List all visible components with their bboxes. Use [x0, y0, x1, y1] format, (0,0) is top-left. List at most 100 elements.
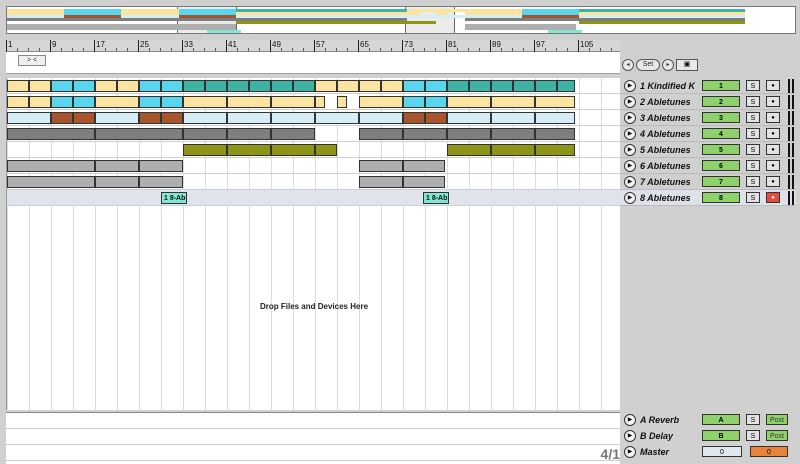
arm-record-icon[interactable]: ● [766, 160, 780, 171]
clip[interactable] [95, 96, 139, 108]
clip[interactable] [425, 80, 447, 92]
clip[interactable] [403, 160, 445, 172]
solo-button[interactable]: S [746, 160, 760, 171]
track-activator[interactable]: 3 [702, 112, 740, 123]
clip[interactable] [95, 112, 139, 124]
next-locator-icon[interactable]: ▸ [662, 59, 674, 71]
clip[interactable] [227, 144, 271, 156]
clip[interactable] [95, 128, 183, 140]
track-activator[interactable]: 1 [702, 80, 740, 91]
solo-button[interactable]: S [746, 96, 760, 107]
track-activator[interactable]: 4 [702, 128, 740, 139]
solo-button[interactable]: S [746, 414, 760, 425]
arm-record-icon[interactable]: ● [766, 176, 780, 187]
clip[interactable] [491, 128, 535, 140]
post-button[interactable]: Post [766, 430, 788, 441]
clip[interactable] [403, 80, 425, 92]
clip[interactable] [139, 176, 183, 188]
clip[interactable]: 1 8-Ab [161, 192, 187, 204]
play-icon[interactable]: ▶ [624, 192, 636, 204]
clip[interactable] [161, 112, 183, 124]
clip[interactable] [535, 128, 575, 140]
track-io-handle-icon[interactable] [788, 79, 794, 93]
master-volume-a[interactable]: 0 [702, 446, 742, 457]
clip[interactable] [183, 96, 227, 108]
clip[interactable] [271, 144, 315, 156]
track-header[interactable]: ▶ 7 Abletunes 7 S ● [620, 174, 796, 190]
clip[interactable] [95, 80, 117, 92]
arrangement-overview[interactable] [6, 6, 796, 34]
clip[interactable] [139, 96, 161, 108]
clip[interactable] [381, 80, 403, 92]
solo-button[interactable]: S [746, 430, 760, 441]
clip[interactable] [73, 96, 95, 108]
clip[interactable] [293, 80, 315, 92]
play-icon[interactable]: ▶ [624, 176, 636, 188]
clip[interactable] [403, 112, 425, 124]
clip[interactable] [315, 144, 337, 156]
arm-record-icon[interactable]: ● [766, 192, 780, 203]
play-icon[interactable]: ▶ [624, 414, 636, 426]
play-icon[interactable]: ▶ [624, 112, 636, 124]
track-activator[interactable]: 2 [702, 96, 740, 107]
clip[interactable] [359, 128, 403, 140]
play-icon[interactable]: ▶ [624, 128, 636, 140]
clip[interactable] [337, 96, 347, 108]
set-locator-button[interactable]: Set [636, 59, 660, 71]
track-io-handle-icon[interactable] [788, 127, 794, 141]
clip[interactable] [161, 80, 183, 92]
clip[interactable] [95, 176, 139, 188]
master-row[interactable] [6, 445, 620, 461]
lock-icon[interactable]: ▣ [676, 59, 698, 71]
arm-record-icon[interactable]: ● [766, 80, 780, 91]
arrangement-area[interactable]: 1 8-Ab 1 8-Ab Drop Files and Devices Here [6, 78, 620, 410]
track-io-handle-icon[interactable] [788, 191, 794, 205]
track-lane[interactable] [7, 94, 620, 110]
clip[interactable] [315, 80, 337, 92]
play-icon[interactable]: ▶ [624, 446, 636, 458]
clip[interactable] [139, 160, 183, 172]
track-header[interactable]: ▶ 2 Abletunes 2 S ● [620, 94, 796, 110]
solo-button[interactable]: S [746, 80, 760, 91]
track-activator[interactable]: 8 [702, 192, 740, 203]
arm-record-icon[interactable]: ● [766, 112, 780, 123]
clip[interactable] [447, 144, 491, 156]
clip[interactable] [139, 80, 161, 92]
beat-time-ruler[interactable]: 1 9 17 25 33 41 49 57 65 73 81 89 97 105 [6, 40, 620, 52]
return-row-b[interactable] [6, 429, 620, 445]
clip[interactable] [95, 160, 139, 172]
track-lane[interactable] [7, 126, 620, 142]
clip[interactable] [359, 176, 403, 188]
clip[interactable] [7, 160, 95, 172]
clip[interactable] [491, 144, 535, 156]
solo-button[interactable]: S [746, 128, 760, 139]
solo-button[interactable]: S [746, 144, 760, 155]
clip[interactable] [51, 96, 73, 108]
track-header[interactable]: ▶ 6 Abletunes 6 S ● [620, 158, 796, 174]
track-io-handle-icon[interactable] [788, 175, 794, 189]
clip[interactable] [447, 96, 491, 108]
clip[interactable] [227, 80, 249, 92]
solo-button[interactable]: S [746, 112, 760, 123]
clip[interactable] [359, 160, 403, 172]
solo-button[interactable]: S [746, 192, 760, 203]
clip[interactable] [73, 112, 95, 124]
return-header-a[interactable]: ▶ A Reverb A S Post [620, 412, 796, 428]
track-lane[interactable] [7, 110, 620, 126]
track-lane[interactable] [7, 78, 620, 94]
clip[interactable] [491, 96, 535, 108]
clip[interactable] [73, 80, 95, 92]
track-header[interactable]: ▶ 3 Abletunes 3 S ● [620, 110, 796, 126]
clip[interactable] [227, 128, 271, 140]
clip[interactable] [513, 80, 535, 92]
clip[interactable] [29, 96, 51, 108]
clip[interactable] [183, 80, 205, 92]
clip[interactable] [447, 80, 469, 92]
clip[interactable] [315, 96, 325, 108]
clip[interactable] [183, 112, 227, 124]
clip[interactable] [359, 96, 403, 108]
clip[interactable] [337, 80, 359, 92]
clip[interactable] [7, 128, 95, 140]
play-icon[interactable]: ▶ [624, 160, 636, 172]
clip[interactable] [227, 96, 271, 108]
